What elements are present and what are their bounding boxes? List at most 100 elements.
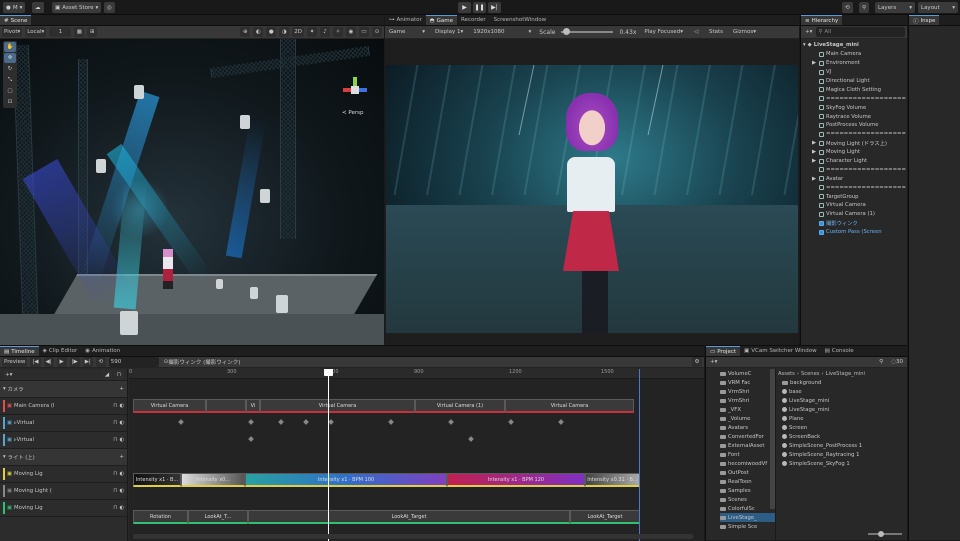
- project-file[interactable]: SimpleScene_PostProcess 1: [782, 441, 908, 450]
- lock-toggle[interactable]: ⊓: [114, 369, 124, 380]
- hierarchy-item[interactable]: ==================: [803, 165, 907, 174]
- pivot-dropdown[interactable]: Pivot ▾: [2, 27, 23, 37]
- rotation-clip[interactable]: LookAt_T...: [188, 510, 248, 524]
- keyframe[interactable]: [328, 419, 334, 425]
- hierarchy-item[interactable]: ▶ Character Light: [803, 157, 907, 166]
- hierarchy-item[interactable]: ==================: [803, 94, 907, 103]
- project-folder[interactable]: Avatars: [720, 423, 775, 432]
- project-folder[interactable]: VrmShri: [720, 396, 775, 405]
- hierarchy-item[interactable]: Main Camera: [803, 50, 907, 59]
- hierarchy-item[interactable]: PostProcess Volume: [803, 121, 907, 130]
- gizmos-toggle[interactable]: ⊙: [372, 27, 382, 37]
- mute-icon[interactable]: ◐: [119, 488, 124, 494]
- visibility-toggle[interactable]: ◉: [346, 27, 356, 37]
- keyframe[interactable]: [248, 419, 254, 425]
- timeline-track[interactable]: ▣ Moving Lig ⊓ ◐: [0, 466, 127, 483]
- hierarchy-item[interactable]: ▶ Environment: [803, 59, 907, 68]
- snap-toggle[interactable]: ⊞: [87, 27, 98, 37]
- pause-button[interactable]: ❚❚: [473, 2, 486, 13]
- light-clip[interactable]: Intensity x0...: [181, 473, 245, 487]
- light-clip[interactable]: Intensity x1 · BPM 100: [245, 473, 447, 487]
- draw-mode-button[interactable]: ⊕: [240, 27, 251, 37]
- project-folder[interactable]: hecomiwoodVf: [720, 459, 775, 468]
- resolution-dropdown[interactable]: 1920x1080 ▾: [471, 27, 533, 37]
- fx-toggle[interactable]: ✧: [333, 27, 343, 37]
- lock-icon[interactable]: ⊓: [113, 420, 117, 426]
- tab-game[interactable]: ◓ Game: [425, 15, 457, 25]
- tab-animator[interactable]: ⊶ Animator: [385, 15, 426, 25]
- hierarchy-item[interactable]: SkyFog Volume: [803, 103, 907, 112]
- light-clip[interactable]: Intensity x1 · BPM 120: [447, 473, 585, 487]
- hierarchy-item[interactable]: Custom Pass (Screen: [803, 228, 907, 237]
- hierarchy-scene-root[interactable]: ▾ ◆ LiveStage_mini: [803, 41, 907, 50]
- audio-toggle[interactable]: ♪: [320, 27, 330, 37]
- hierarchy-item[interactable]: 撮影ウィンク: [803, 219, 907, 228]
- project-search-button[interactable]: ⚲: [876, 357, 886, 367]
- project-file[interactable]: SimpleScene_SkyFog 1: [782, 459, 908, 468]
- center-cube[interactable]: [351, 86, 359, 94]
- project-file[interactable]: LiveStage_mini: [782, 405, 908, 414]
- camera-clip-blend[interactable]: [206, 399, 246, 413]
- tab-project[interactable]: ▭ Project: [706, 346, 741, 356]
- chevron-right-icon[interactable]: ▶: [812, 140, 817, 146]
- project-file[interactable]: ScreenBack: [782, 432, 908, 441]
- project-folder[interactable]: ConvertedFor: [720, 432, 775, 441]
- keyframe[interactable]: [558, 419, 564, 425]
- chevron-right-icon[interactable]: ▶: [812, 158, 817, 164]
- asset-store-button[interactable]: ▣ Asset Store ▾: [52, 2, 102, 13]
- light-clip[interactable]: Intensity x1 · B...: [133, 473, 181, 487]
- project-folder[interactable]: Scenes: [720, 495, 775, 504]
- track-group[interactable]: ▾ カメラ +: [0, 381, 127, 398]
- project-file[interactable]: Plane: [782, 414, 908, 423]
- local-dropdown[interactable]: Local ▾: [25, 27, 47, 37]
- gizmos-dropdown[interactable]: Gizmos ▾: [731, 27, 758, 37]
- keyframe[interactable]: [303, 419, 309, 425]
- move-tool[interactable]: ✥: [4, 53, 16, 63]
- asset-selector[interactable]: ⊙ 撮影ウィンク (撮影ウィンク): [162, 357, 243, 367]
- hierarchy-item[interactable]: ▶ Moving Light (ドラス上): [803, 139, 907, 148]
- chevron-right-icon[interactable]: ▶: [812, 176, 817, 182]
- end-marker[interactable]: [639, 369, 640, 541]
- project-file[interactable]: background: [782, 378, 908, 387]
- mute-icon[interactable]: ◐: [119, 437, 124, 443]
- scale-tool[interactable]: ⤡: [4, 75, 16, 85]
- chevron-down-icon[interactable]: ▾: [3, 386, 6, 392]
- hierarchy-item[interactable]: VJ: [803, 68, 907, 77]
- version-control-button[interactable]: ◎: [104, 2, 115, 13]
- project-folder[interactable]: ExternalAsset: [720, 441, 775, 450]
- next-frame-button[interactable]: |▶: [69, 357, 80, 367]
- create-button[interactable]: + ▾: [803, 27, 814, 37]
- lock-icon[interactable]: ⊓: [113, 488, 117, 494]
- add-track-button[interactable]: + ▾: [3, 369, 15, 380]
- add-icon[interactable]: +: [120, 386, 124, 392]
- tree-scrollbar[interactable]: [770, 369, 775, 509]
- lighting-toggle[interactable]: ✦: [307, 27, 317, 37]
- scale-slider-handle[interactable]: [563, 28, 571, 35]
- hand-tool[interactable]: ✋: [4, 42, 16, 52]
- keyframe[interactable]: [448, 419, 454, 425]
- tab-inspector[interactable]: ⓘ Inspe: [909, 15, 940, 25]
- timeline-track[interactable]: ▣ ▹Virtual ⊓ ◐: [0, 432, 127, 449]
- tab-recorder[interactable]: Recorder: [457, 15, 490, 25]
- rect-tool[interactable]: ▢: [4, 86, 16, 96]
- lock-icon[interactable]: ⊓: [113, 437, 117, 443]
- breadcrumb-item[interactable]: LiveStage_mini: [826, 371, 865, 377]
- lit-button[interactable]: ◑: [279, 27, 290, 37]
- chevron-right-icon[interactable]: ▶: [812, 149, 817, 155]
- hierarchy-search[interactable]: ⚲ All: [816, 27, 905, 37]
- wire-button[interactable]: ●: [266, 27, 277, 37]
- frame-field[interactable]: 590: [108, 357, 159, 367]
- add-icon[interactable]: +: [120, 454, 124, 460]
- mute-icon[interactable]: ◐: [119, 505, 124, 511]
- hierarchy-item[interactable]: ▶ Moving Light: [803, 148, 907, 157]
- timeline-track[interactable]: ▣ Main Camera (I ⊓ ◐: [0, 398, 127, 415]
- tab-vcam-switcher[interactable]: ▣ VCam Switcher Window: [740, 346, 821, 356]
- goto-start-button[interactable]: |◀: [30, 357, 41, 367]
- scale-slider[interactable]: [561, 28, 614, 35]
- rotation-clip[interactable]: Rotation: [133, 510, 188, 524]
- camera-clip[interactable]: Vi: [246, 399, 260, 413]
- project-folder[interactable]: _VFX: [720, 405, 775, 414]
- hierarchy-item[interactable]: Virtual Camera (1): [803, 210, 907, 219]
- camera-clip[interactable]: Virtual Camera: [133, 399, 206, 413]
- grid-snap-field[interactable]: 1: [49, 27, 72, 37]
